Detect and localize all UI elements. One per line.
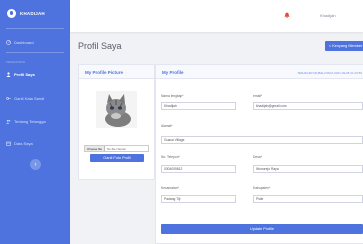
- sidebar-item-ganti-kata-sandi[interactable]: Ganti Kata Sandi: [6, 96, 44, 101]
- user-icon: [6, 72, 11, 77]
- sidebar-toggle-button[interactable]: ‹: [30, 159, 41, 170]
- nama-lengkap-label: Nama lengkap*: [161, 94, 184, 98]
- alamat-input[interactable]: Guava Village: [161, 136, 363, 144]
- sidebar-item-tentang-tetangga[interactable]: Tentang Tetangga: [6, 119, 46, 124]
- kabupaten-label: Kabupaten*: [253, 186, 271, 190]
- sidebar-item-label: Ganti Kata Sandi: [14, 96, 45, 101]
- email-input[interactable]: khadijah@gmail.com: [253, 102, 363, 110]
- last-updated-text: TERAKHIR DIUBAH PADA 2021-09-05 21:23:50: [297, 71, 362, 75]
- key-icon: [6, 97, 11, 100]
- file-input[interactable]: Choose file No file chosen: [84, 145, 149, 152]
- users-icon: [6, 119, 11, 124]
- card-title: My Profile: [162, 70, 184, 75]
- alamat-label: Alamat*: [161, 124, 173, 128]
- back-button[interactable]: < Kenyang Member: [325, 41, 363, 51]
- desa-label: Desa*: [253, 155, 262, 159]
- bell-icon[interactable]: [284, 12, 290, 18]
- change-photo-button[interactable]: Ganti Foto Profil: [90, 154, 144, 162]
- brand-logo-icon: [7, 9, 16, 18]
- brand[interactable]: KHADIJAH: [7, 9, 45, 18]
- no-telepon-label: No. Telepon*: [161, 155, 180, 159]
- sidebar-item-label: Profil Saya: [14, 72, 35, 77]
- profile-form-card: My Profile TERAKHIR DIUBAH PADA 2021-09-…: [155, 64, 363, 244]
- cat-photo-icon: [96, 91, 137, 128]
- sidebar-divider: [6, 52, 64, 53]
- sidebar-item-label: Tentang Tetangga: [14, 119, 46, 124]
- no-telepon-input[interactable]: 0304005812: [161, 165, 236, 173]
- update-profile-button[interactable]: Update Profile: [161, 224, 363, 234]
- sidebar-item-label: Dashboard: [14, 40, 34, 45]
- sidebar-item-profil-saya[interactable]: Profil Saya: [6, 72, 35, 77]
- calendar-icon: [6, 141, 11, 146]
- sidebar-heading: PENGATURAN: [6, 60, 26, 64]
- page-title: Profil Saya: [78, 41, 122, 51]
- kecamatan-input[interactable]: Padang Tiji: [161, 195, 236, 203]
- desa-input[interactable]: Wonorejo Raya: [253, 165, 363, 173]
- profile-photo: [96, 91, 137, 128]
- nama-lengkap-input[interactable]: Khadijah: [161, 102, 236, 110]
- card-header: My Profile Picture: [79, 65, 154, 79]
- email-label: email*: [253, 94, 263, 98]
- sidebar-item-dashboard[interactable]: Dashboard: [6, 40, 34, 45]
- sidebar: KHADIJAH Dashboard PENGATURAN Profil Say…: [0, 0, 70, 244]
- card-header: My Profile TERAKHIR DIUBAH PADA 2021-09-…: [156, 65, 363, 79]
- choose-file-button[interactable]: Choose file: [85, 146, 106, 151]
- brand-name: KHADIJAH: [20, 11, 45, 16]
- sidebar-item-data-saya[interactable]: Data Saya: [6, 141, 33, 146]
- dashboard-icon: [6, 40, 11, 45]
- profile-picture-card: My Profile Picture Choose file No file c…: [78, 64, 155, 180]
- sidebar-divider: [6, 28, 64, 29]
- sidebar-item-label: Data Saya: [14, 141, 33, 146]
- card-title: My Profile Picture: [85, 70, 124, 75]
- file-input-status: No file chosen: [107, 146, 127, 151]
- kabupaten-input[interactable]: Pidie: [253, 195, 363, 203]
- topbar-user-name[interactable]: Khadijah: [320, 13, 336, 18]
- kecamatan-label: Kecamatan*: [161, 186, 179, 190]
